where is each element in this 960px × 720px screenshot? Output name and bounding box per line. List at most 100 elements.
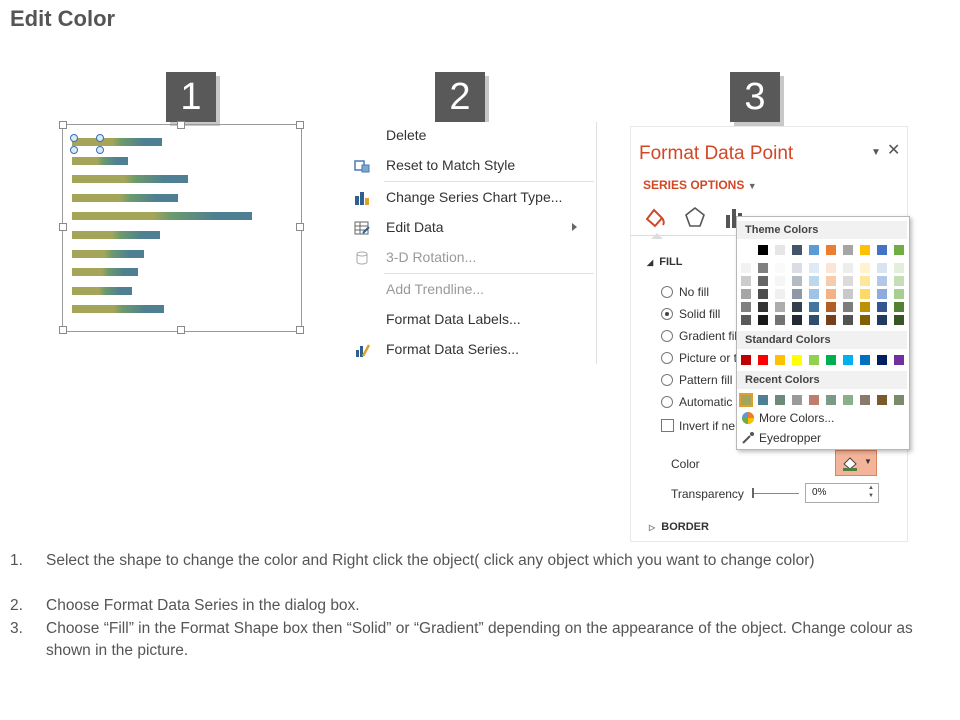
radio-solid-fill[interactable] (661, 308, 673, 320)
color-swatch[interactable] (792, 263, 802, 273)
bar-segment[interactable] (72, 156, 128, 165)
color-swatch[interactable] (792, 276, 802, 286)
color-swatch[interactable] (809, 302, 819, 312)
color-swatch[interactable] (741, 276, 751, 286)
color-swatch[interactable] (758, 315, 768, 325)
border-section-header[interactable]: ▷ BORDER (649, 521, 709, 533)
color-swatch[interactable] (894, 245, 904, 255)
color-swatch[interactable] (843, 276, 853, 286)
bar-segment[interactable] (72, 249, 144, 258)
color-swatch[interactable] (860, 302, 870, 312)
menu-item-format-data-series[interactable]: Format Data Series... (350, 336, 596, 364)
color-swatch[interactable] (758, 276, 768, 286)
more-colors-link[interactable]: More Colors... (759, 411, 834, 425)
color-swatch[interactable] (826, 302, 836, 312)
color-swatch[interactable] (758, 302, 768, 312)
color-swatch[interactable] (775, 289, 785, 299)
color-swatch[interactable] (809, 315, 819, 325)
fill-line-tab-icon[interactable] (643, 205, 667, 234)
resize-handle[interactable] (59, 121, 67, 129)
bar-selection-handle[interactable] (70, 146, 78, 154)
color-swatch[interactable] (894, 302, 904, 312)
color-swatch[interactable] (877, 315, 887, 325)
color-swatch[interactable] (860, 315, 870, 325)
color-swatch[interactable] (843, 289, 853, 299)
transparency-input[interactable]: 0% ▲ ▼ (805, 483, 879, 503)
bar-segment[interactable] (72, 268, 138, 277)
color-swatch[interactable] (826, 289, 836, 299)
color-swatch[interactable] (826, 355, 836, 365)
menu-item-reset-style[interactable]: Reset to Match Style (350, 152, 596, 180)
color-swatch[interactable] (792, 245, 802, 255)
color-swatch[interactable] (826, 245, 836, 255)
color-swatch[interactable] (826, 395, 836, 405)
color-swatch[interactable] (792, 302, 802, 312)
color-swatch[interactable] (775, 263, 785, 273)
color-swatch[interactable] (741, 245, 751, 255)
radio-automatic[interactable] (661, 396, 673, 408)
color-swatch[interactable] (741, 355, 751, 365)
color-swatch[interactable] (860, 355, 870, 365)
transparency-slider-track[interactable] (753, 493, 799, 494)
color-swatch[interactable] (894, 355, 904, 365)
color-swatch[interactable] (877, 245, 887, 255)
color-swatch[interactable] (792, 315, 802, 325)
color-swatch[interactable] (775, 302, 785, 312)
color-swatch[interactable] (843, 302, 853, 312)
menu-item-3d-rotation[interactable]: 3-D Rotation... (350, 244, 596, 272)
color-swatch[interactable] (758, 355, 768, 365)
color-swatch[interactable] (843, 395, 853, 405)
series-options-dropdown[interactable]: SERIES OPTIONS ▼ (643, 178, 757, 192)
menu-item-format-data-labels[interactable]: Format Data Labels... (350, 306, 596, 334)
color-swatch[interactable] (809, 263, 819, 273)
bar-segment[interactable] (72, 175, 188, 184)
bar-segment[interactable] (72, 286, 132, 295)
color-swatch[interactable] (775, 315, 785, 325)
color-swatch[interactable] (894, 276, 904, 286)
menu-item-change-chart-type[interactable]: Change Series Chart Type... (350, 184, 596, 212)
pane-menu-chevron-icon[interactable]: ▼ (871, 147, 881, 158)
color-swatch[interactable] (741, 302, 751, 312)
color-swatch[interactable] (739, 393, 753, 407)
close-icon[interactable]: ✕ (887, 140, 900, 160)
color-swatch[interactable] (792, 355, 802, 365)
color-swatch[interactable] (758, 395, 768, 405)
radio-no-fill[interactable] (661, 286, 673, 298)
resize-handle[interactable] (296, 223, 304, 231)
fill-section-header[interactable]: ◢ FILL (647, 256, 683, 268)
resize-handle[interactable] (177, 121, 185, 129)
radio-picture-fill[interactable] (661, 352, 673, 364)
color-swatch[interactable] (826, 276, 836, 286)
resize-handle[interactable] (59, 223, 67, 231)
color-swatch[interactable] (877, 276, 887, 286)
bar-segment[interactable] (72, 212, 252, 221)
color-swatch[interactable] (877, 355, 887, 365)
color-swatch[interactable] (809, 395, 819, 405)
menu-item-edit-data[interactable]: Edit Data (350, 214, 596, 242)
radio-gradient-fill[interactable] (661, 330, 673, 342)
effects-tab-icon[interactable] (683, 205, 707, 234)
color-swatch[interactable] (843, 263, 853, 273)
menu-item-delete[interactable]: Delete (350, 122, 596, 150)
color-swatch[interactable] (860, 289, 870, 299)
color-swatch[interactable] (843, 355, 853, 365)
color-swatch[interactable] (758, 245, 768, 255)
bar-segment[interactable] (72, 138, 162, 146)
resize-handle[interactable] (177, 326, 185, 334)
bar-segment[interactable] (72, 193, 178, 202)
bar-segment[interactable] (72, 231, 160, 239)
color-swatch[interactable] (741, 315, 751, 325)
eyedropper-link[interactable]: Eyedropper (759, 431, 821, 445)
color-swatch[interactable] (792, 289, 802, 299)
color-swatch[interactable] (775, 245, 785, 255)
resize-handle[interactable] (59, 326, 67, 334)
color-swatch[interactable] (809, 245, 819, 255)
bar-segment[interactable] (72, 305, 164, 314)
resize-handle[interactable] (296, 326, 304, 334)
chart-selection-frame[interactable] (59, 121, 304, 334)
color-swatch[interactable] (826, 263, 836, 273)
color-swatch[interactable] (877, 302, 887, 312)
color-swatch[interactable] (843, 315, 853, 325)
spinner-icon[interactable]: ▲ ▼ (868, 484, 874, 500)
color-swatch[interactable] (775, 355, 785, 365)
